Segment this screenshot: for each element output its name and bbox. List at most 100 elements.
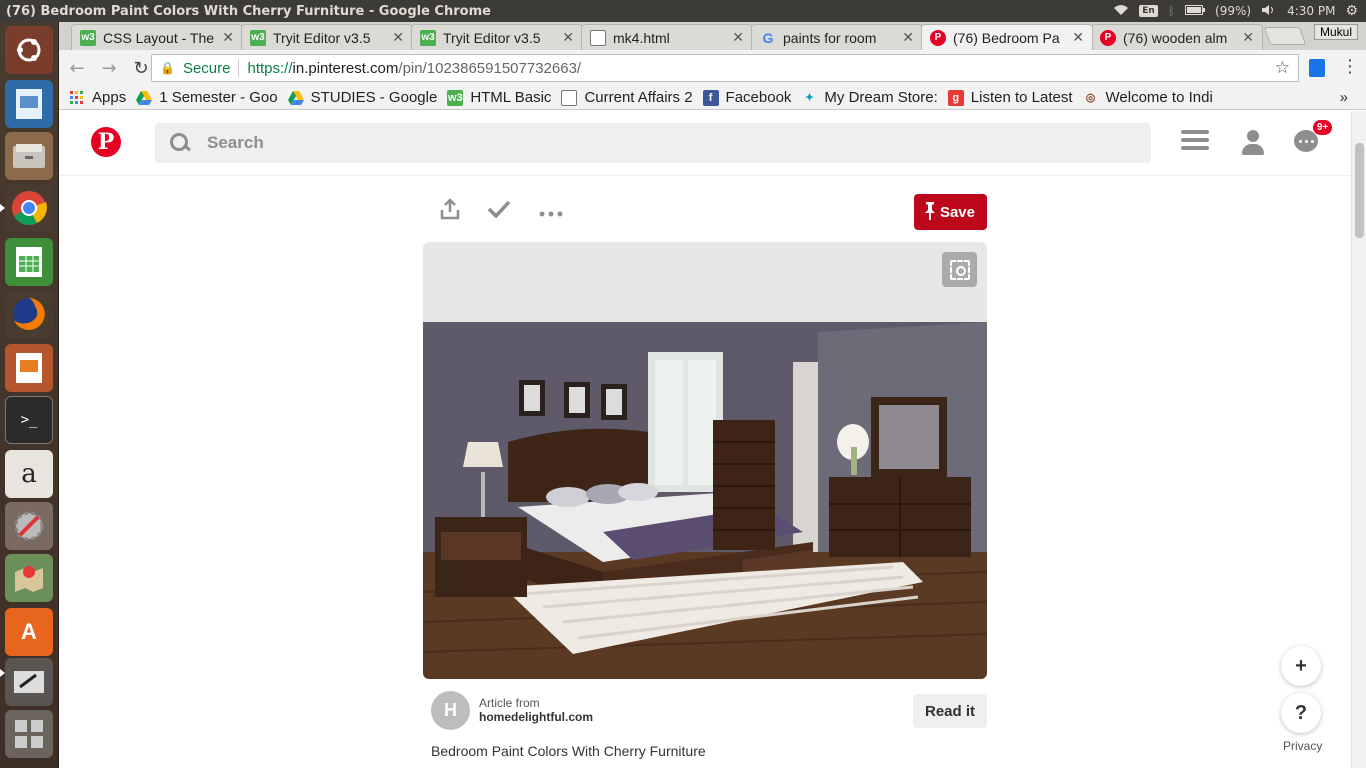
pin-image[interactable] (423, 242, 987, 679)
tab[interactable]: w3 CSS Layout - The ✕ (71, 24, 243, 50)
more-options-icon[interactable] (539, 200, 563, 224)
tab-strip: w3 CSS Layout - The ✕ w3 Tryit Editor v3… (59, 22, 1366, 50)
menu-icon[interactable] (1181, 130, 1209, 156)
w3schools-favicon-icon: w3 (420, 29, 436, 46)
pinterest-favicon-icon: P (1100, 29, 1116, 46)
bookmarks-overflow-button[interactable]: » (1340, 89, 1348, 106)
wifi-icon[interactable] (1113, 4, 1129, 19)
battery-percent: (99%) (1215, 4, 1252, 18)
tab-close-icon[interactable]: ✕ (1242, 29, 1254, 46)
avatar[interactable]: H (431, 691, 470, 730)
bookmark-apps[interactable]: Apps (69, 89, 126, 106)
tab[interactable]: P (76) wooden alm ✕ (1091, 24, 1263, 50)
bookmark-item[interactable]: 1 Semester - Goo (136, 89, 278, 106)
tab-close-icon[interactable]: ✕ (1072, 29, 1084, 46)
tab-close-icon[interactable]: ✕ (222, 29, 234, 46)
visual-search-icon (949, 259, 970, 280)
new-tab-button[interactable] (1263, 27, 1307, 45)
bluetooth-icon[interactable]: ᛒ (1168, 4, 1175, 18)
search-icon (169, 132, 191, 154)
firefox-icon[interactable] (5, 290, 53, 338)
bookmark-item[interactable]: ✦ My Dream Store: (801, 89, 938, 106)
article-domain-link[interactable]: homedelightful.com (479, 710, 593, 724)
pin-actions: Save (423, 194, 987, 230)
terminal-icon[interactable]: >_ (5, 396, 53, 444)
url-scheme: https:// (247, 59, 293, 77)
bookmark-item[interactable]: g Listen to Latest (947, 89, 1073, 106)
bookmark-item[interactable]: STUDIES - Google (287, 89, 437, 106)
tab-title: (76) Bedroom Pa (953, 29, 1060, 46)
tab-close-icon[interactable]: ✕ (902, 29, 914, 46)
save-label: Save (939, 203, 975, 221)
search-input[interactable] (207, 133, 1107, 153)
bookmark-item[interactable]: ◎ Welcome to Indi (1083, 89, 1213, 106)
checkmark-icon[interactable] (487, 198, 511, 225)
extension-bookmark-icon[interactable] (1309, 59, 1325, 77)
omnibox-divider (238, 59, 240, 77)
bookmark-item[interactable]: Current Affairs 2 (561, 89, 693, 106)
system-top-bar: (76) Bedroom Paint Colors With Cherry Fu… (0, 0, 1366, 22)
profile-icon[interactable] (1239, 130, 1267, 156)
scrollbar-thumb[interactable] (1355, 143, 1364, 238)
bookmark-label: 1 Semester - Goo (159, 89, 278, 106)
volume-icon[interactable] (1261, 4, 1277, 19)
profile-button[interactable]: Mukul (1313, 24, 1358, 40)
workspaces-icon[interactable] (5, 710, 53, 758)
privacy-link[interactable]: Privacy (1283, 739, 1322, 753)
bookmark-star-icon[interactable]: ☆ (1275, 58, 1290, 78)
tab-active[interactable]: P (76) Bedroom Pa ✕ (921, 24, 1093, 50)
system-settings-icon[interactable] (5, 502, 53, 550)
address-bar[interactable]: 🔒 Secure https:// in.pinterest.com /pin/… (151, 54, 1299, 82)
tab-title: CSS Layout - The (103, 29, 215, 46)
tab-title: Tryit Editor v3.5 (443, 29, 541, 46)
tab-close-icon[interactable]: ✕ (392, 29, 404, 46)
lock-icon[interactable]: 🔒 (160, 61, 175, 75)
tab[interactable]: w3 Tryit Editor v3.5 ✕ (241, 24, 413, 50)
pinterest-logo[interactable]: P (91, 127, 121, 157)
bookmark-label: Welcome to Indi (1105, 89, 1213, 106)
visual-search-button[interactable] (942, 252, 977, 287)
back-button[interactable]: ← (63, 54, 91, 82)
chrome-icon[interactable] (5, 184, 53, 232)
read-it-button[interactable]: Read it (912, 694, 987, 728)
spreadsheet-icon[interactable] (5, 238, 53, 286)
page-viewport: P 9+ Save (59, 111, 1366, 768)
page-icon (561, 89, 578, 106)
window-title: (76) Bedroom Paint Colors With Cherry Fu… (6, 3, 491, 19)
software-center-icon[interactable]: A (5, 608, 53, 656)
tab[interactable]: G paints for room ✕ (751, 24, 923, 50)
browser-toolbar: ← → ↻ 🔒 Secure https:// in.pinterest.com… (59, 50, 1366, 86)
messages-icon[interactable]: 9+ (1294, 120, 1333, 156)
chrome-menu-icon[interactable]: ⋮ (1341, 56, 1359, 77)
maps-icon[interactable] (5, 554, 53, 602)
keyboard-layout-indicator[interactable]: En (1139, 5, 1158, 17)
settings-gear-icon[interactable]: ⚙ (1345, 3, 1358, 19)
files-icon[interactable] (5, 132, 53, 180)
ubuntu-dash-icon[interactable] (5, 26, 53, 74)
facebook-icon: f (702, 89, 719, 106)
help-button[interactable]: ? (1281, 693, 1321, 733)
page-scrollbar[interactable] (1351, 111, 1366, 768)
url-host: in.pinterest.com (292, 59, 399, 77)
tab-close-icon[interactable]: ✕ (562, 29, 574, 46)
presentation-icon[interactable] (5, 344, 53, 392)
share-icon[interactable] (439, 198, 461, 225)
bookmark-item[interactable]: f Facebook (702, 89, 791, 106)
save-button[interactable]: Save (913, 194, 987, 230)
create-plus-button[interactable]: + (1281, 646, 1321, 686)
bookmark-label: My Dream Store: (824, 89, 938, 106)
running-indicator (0, 669, 5, 677)
search-bar[interactable] (155, 123, 1151, 163)
clock[interactable]: 4:30 PM (1287, 4, 1335, 18)
image-viewer-icon[interactable] (5, 80, 53, 128)
w3schools-icon: w3 (447, 89, 464, 106)
bookmark-item[interactable]: w3 HTML Basic (447, 89, 551, 106)
battery-icon[interactable] (1185, 4, 1206, 18)
secure-label: Secure (182, 59, 231, 77)
screenshot-icon[interactable] (5, 658, 53, 706)
tab[interactable]: mk4.html ✕ (581, 24, 753, 50)
amazon-icon[interactable]: a (5, 450, 53, 498)
tab-close-icon[interactable]: ✕ (732, 29, 744, 46)
tab[interactable]: w3 Tryit Editor v3.5 ✕ (411, 24, 583, 50)
forward-button[interactable]: → (95, 54, 123, 82)
